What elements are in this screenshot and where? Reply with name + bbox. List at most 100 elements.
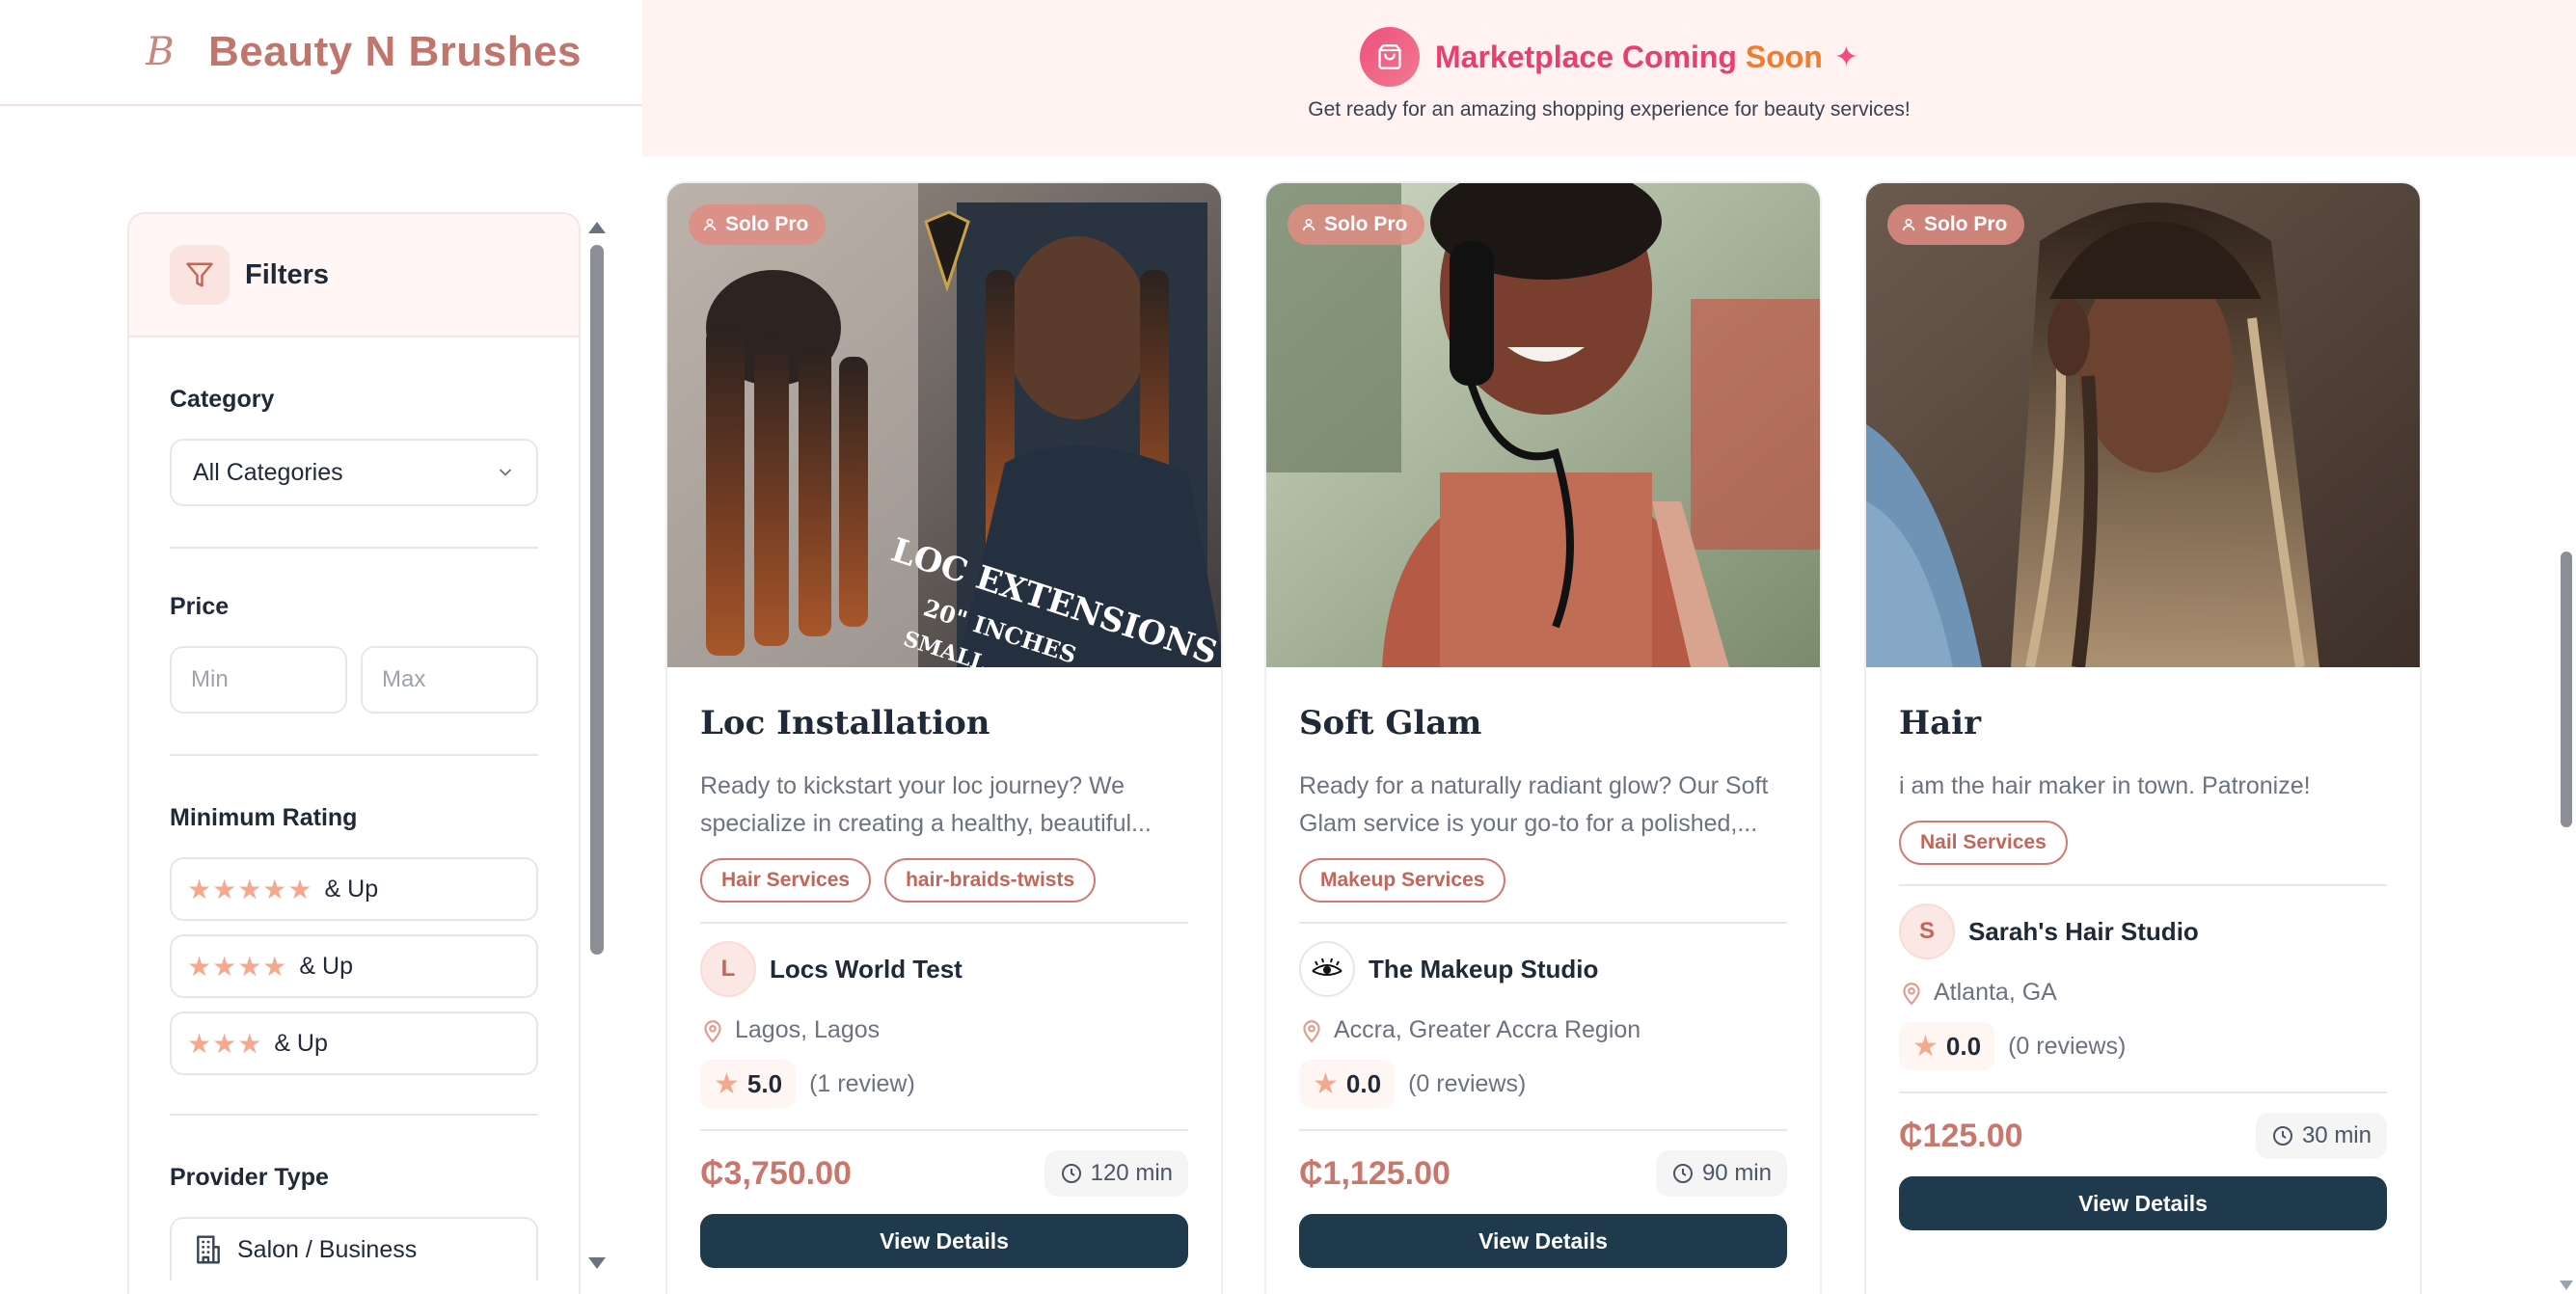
page-scroll-thumb[interactable] [2561, 552, 2572, 827]
rating-option-5[interactable]: ★★★★★ & Up [170, 857, 538, 921]
price-row: ₵1,125.00 90 min [1299, 1150, 1787, 1197]
location-row: Atlanta, GA [1899, 979, 2387, 1007]
filter-icon [170, 245, 230, 305]
service-description: Ready to kickstart your loc journey? We … [700, 768, 1188, 843]
rating-pill: ★ 0.0 [1899, 1022, 1995, 1070]
rating-pill: ★ 0.0 [1299, 1060, 1396, 1108]
category-tag[interactable]: hair-braids-twists [884, 858, 1097, 903]
service-description-line: Ready to kickstart your loc journey? We [700, 772, 1125, 799]
solo-pro-badge: Solo Pro [1288, 204, 1425, 245]
filters-panel: Filters Category All Categories Price Mi… [127, 212, 581, 1294]
service-description-line: specialize in creating a healthy, beauti… [700, 810, 1152, 837]
rating-option-3[interactable]: ★★★ & Up [170, 1011, 538, 1075]
view-details-button[interactable]: View Details [1299, 1214, 1787, 1268]
service-card[interactable]: Solo Pro Soft Glam Ready for a naturally… [1264, 181, 1822, 1294]
sidebar-scroll-thumb[interactable] [590, 245, 604, 955]
scroll-up-arrow-icon[interactable] [588, 222, 606, 233]
rating-pill: ★ 5.0 [700, 1060, 797, 1108]
badge-label: Solo Pro [725, 213, 809, 235]
service-title[interactable]: Hair [1899, 704, 2387, 742]
location-text: Lagos, Lagos [735, 1016, 881, 1043]
rating-row: ★ 5.0 (1 review) [700, 1060, 1188, 1108]
rating-value: 0.0 [1945, 1031, 1982, 1061]
service-tags: Nail Services [1899, 821, 2387, 865]
service-card[interactable]: Solo Pro Hair i am the hair maker in tow… [1864, 181, 2422, 1294]
price-label: Price [170, 593, 230, 620]
map-pin-icon [1303, 1019, 1320, 1042]
view-details-button[interactable]: View Details [1899, 1176, 2387, 1230]
provider-row[interactable]: S Sarah's Hair Studio [1899, 903, 2387, 959]
provider-row[interactable]: L Locs World Test [700, 941, 1188, 997]
service-card[interactable]: LOC EXTENSIONS 20" INCHES SMALL Solo Pro… [665, 181, 1223, 1294]
solo-pro-badge: Solo Pro [1887, 204, 2025, 245]
view-details-button[interactable]: View Details [700, 1214, 1188, 1268]
divider [170, 547, 538, 549]
banner-title-accent: Soon [1745, 39, 1823, 74]
user-icon [1902, 218, 1915, 231]
provider-option-salon[interactable]: Salon / Business [170, 1217, 538, 1281]
star-icon: ★ [1313, 1067, 1339, 1100]
coming-soon-banner: Marketplace Coming Soon ✦ Get ready for … [642, 0, 2576, 156]
service-description: Ready for a naturally radiant glow? Our … [1299, 768, 1787, 843]
provider-name[interactable]: Locs World Test [770, 955, 963, 984]
eye-lash-icon [1312, 957, 1342, 976]
duration-pill: 90 min [1655, 1150, 1787, 1197]
service-image[interactable]: Solo Pro [1266, 183, 1820, 667]
provider-type-label: Provider Type [170, 1164, 329, 1191]
rating-option-suffix: & Up [274, 1029, 328, 1057]
chevron-down-icon [500, 469, 511, 476]
category-select[interactable]: All Categories [170, 439, 538, 506]
avatar: S [1899, 903, 1955, 959]
brand-name[interactable]: Beauty N Brushes [208, 28, 582, 76]
service-image[interactable]: Solo Pro [1866, 183, 2420, 667]
divider [700, 922, 1188, 924]
page-scrollbar[interactable] [2557, 0, 2576, 1294]
duration-text: 30 min [2301, 1122, 2372, 1148]
provider-name[interactable]: Sarah's Hair Studio [1968, 917, 2199, 947]
price-row: ₵3,750.00 120 min [700, 1150, 1188, 1197]
category-tag[interactable]: Nail Services [1899, 821, 2068, 865]
banner-subtitle: Get ready for an amazing shopping experi… [1308, 98, 1911, 121]
category-tag[interactable]: Hair Services [700, 858, 872, 903]
duration-pill: 120 min [1044, 1150, 1188, 1197]
provider-name[interactable]: The Makeup Studio [1369, 955, 1598, 984]
brand-logo[interactable]: B [133, 25, 187, 79]
review-count: (0 reviews) [2008, 1032, 2127, 1060]
location-text: Accra, Greater Accra Region [1334, 1016, 1641, 1043]
service-tags: Hair Services hair-braids-twists [700, 858, 1188, 903]
divider [1899, 1092, 2387, 1093]
location-row: Accra, Greater Accra Region [1299, 1016, 1787, 1044]
filters-header: Filters [129, 214, 579, 337]
service-description-line: Ready for a naturally radiant glow? Our … [1299, 772, 1769, 799]
service-description: i am the hair maker in town. Patronize! [1899, 768, 2387, 805]
banner-title-main: Marketplace Coming [1435, 39, 1746, 74]
provider-logo-avatar [1299, 941, 1355, 997]
rating-option-4[interactable]: ★★★★ & Up [170, 934, 538, 998]
location-text: Atlanta, GA [1934, 979, 2057, 1006]
user-icon [703, 218, 717, 231]
service-description-line: i am the hair maker in town. Patronize! [1899, 772, 2311, 799]
service-image[interactable]: LOC EXTENSIONS 20" INCHES SMALL Solo Pro [667, 183, 1221, 667]
building-icon [197, 1235, 220, 1264]
price-max-input[interactable] [361, 646, 538, 714]
service-description-line: Glam service is your go-to for a polishe… [1299, 810, 1758, 837]
service-title[interactable]: Soft Glam [1299, 704, 1787, 742]
provider-row[interactable]: The Makeup Studio [1299, 941, 1787, 997]
service-price: ₵1,125.00 [1299, 1154, 1451, 1192]
brand-header: B Beauty N Brushes [0, 0, 642, 106]
sidebar-scrollbar[interactable] [583, 216, 611, 1284]
divider [170, 754, 538, 756]
category-selected-value: All Categories [193, 458, 343, 486]
scroll-down-arrow-icon[interactable] [2560, 1281, 2573, 1290]
clock-icon [1672, 1164, 1693, 1183]
scroll-down-arrow-icon[interactable] [588, 1257, 606, 1269]
badge-label: Solo Pro [1924, 213, 2008, 235]
clock-icon [1061, 1164, 1081, 1183]
category-tag[interactable]: Makeup Services [1299, 858, 1506, 903]
duration-text: 120 min [1090, 1160, 1173, 1186]
service-title[interactable]: Loc Installation [700, 704, 1188, 742]
rating-value: 5.0 [746, 1068, 783, 1098]
sparkle-icon: ✦ [1833, 40, 1858, 73]
marketplace-page: B Beauty N Brushes Marketplace Coming So… [0, 0, 2576, 1294]
price-min-input[interactable] [170, 646, 347, 714]
